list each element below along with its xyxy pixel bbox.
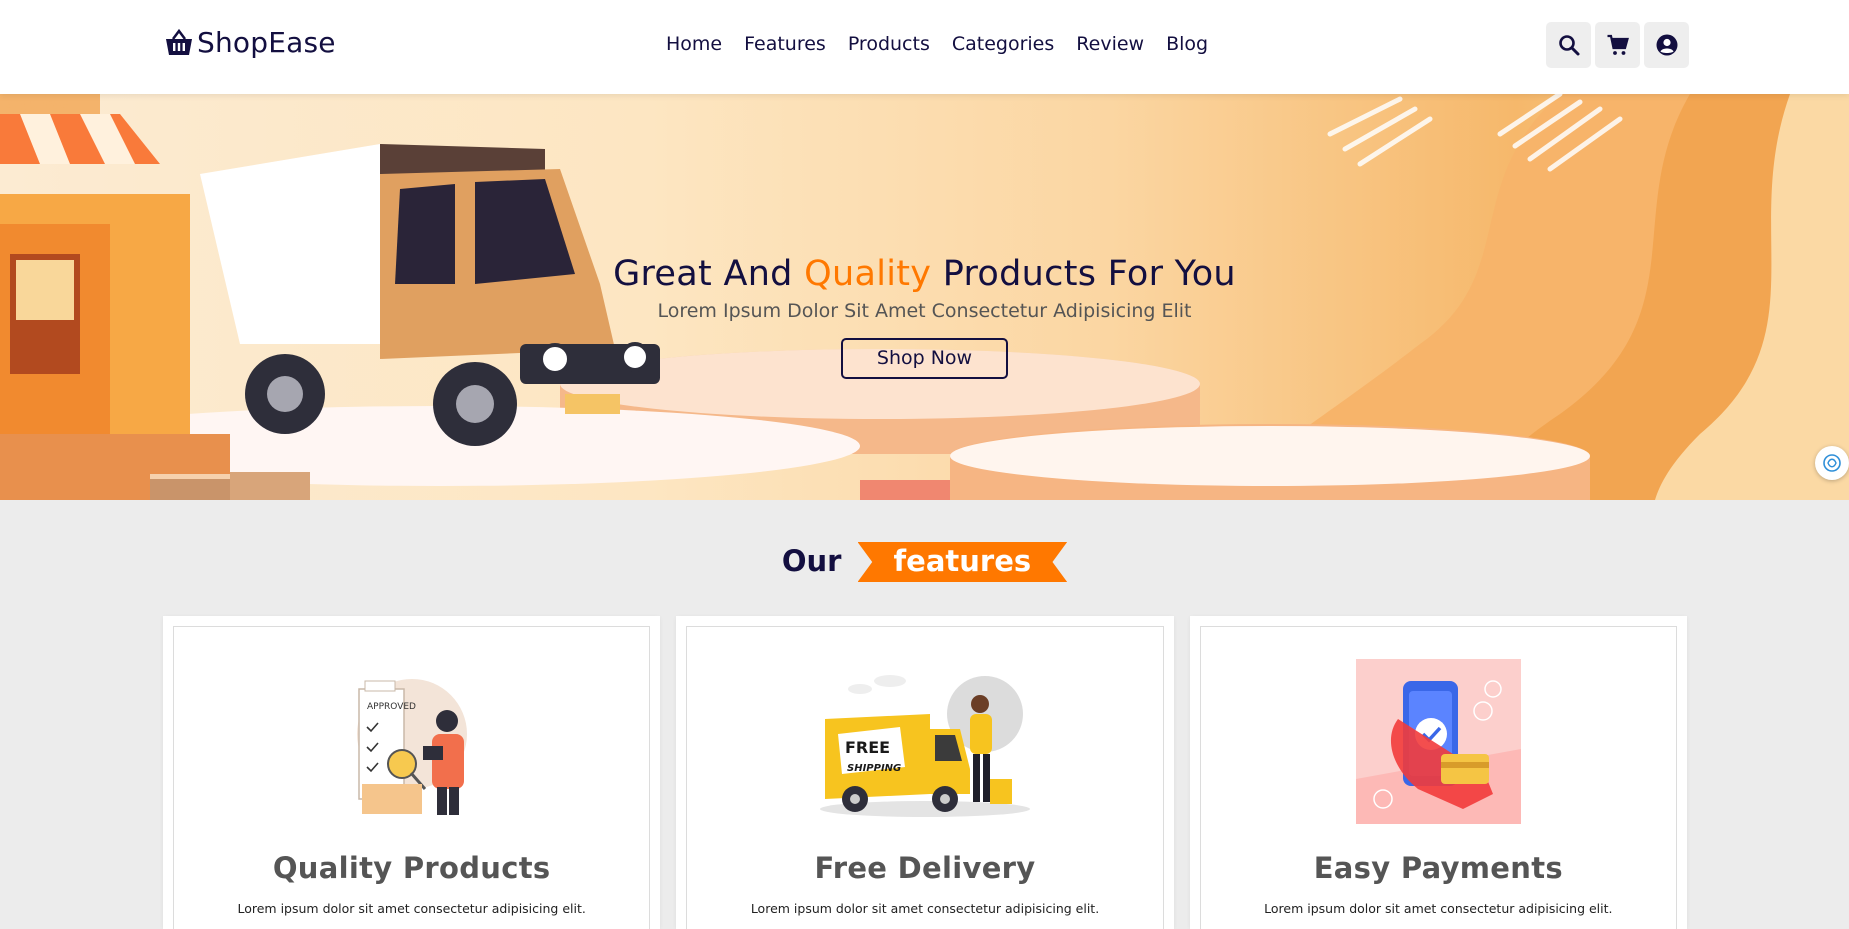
features-grid: APPROVED Quality Products Lorem ipsum do…	[163, 616, 1687, 929]
feature-card-delivery: FREE SHIPPING Free Delivery Lorem ipsum …	[676, 616, 1174, 929]
feature-card-inner: Easy Payments Lorem ipsum dolor sit amet…	[1199, 626, 1677, 929]
easy-payments-illustration	[1356, 659, 1522, 824]
site-header: ShopEase Home Features Products Categori…	[0, 0, 1849, 94]
shipping-label: SHIPPING	[847, 763, 901, 774]
feature-card-text: Lorem ipsum dolor sit amet consectetur a…	[750, 901, 1100, 916]
feature-card-title: Quality Products	[272, 851, 551, 885]
hero-title-accent: Quality	[804, 254, 932, 294]
hero-title-after: Products For You	[931, 254, 1236, 294]
free-label: FREE	[845, 738, 890, 757]
nav-link-review[interactable]: Review	[1076, 33, 1144, 55]
feature-card-quality: APPROVED Quality Products Lorem ipsum do…	[163, 616, 661, 929]
feature-card-title: Easy Payments	[1313, 851, 1563, 885]
approved-label: APPROVED	[367, 702, 416, 712]
hero-banner: STORE Great And Quality Products For You…	[0, 94, 1849, 500]
feature-card-payments: Easy Payments Lorem ipsum dolor sit amet…	[1189, 616, 1687, 929]
nav-link-home[interactable]: Home	[666, 33, 722, 55]
hero-title-before: Great And	[613, 254, 805, 294]
features-heading-tag: features	[857, 542, 1068, 582]
nav-link-features[interactable]: Features	[744, 33, 826, 55]
search-button[interactable]	[1546, 22, 1591, 68]
features-heading-plain: Our	[781, 544, 842, 578]
free-delivery-illustration: FREE SHIPPING	[819, 675, 1030, 817]
logo-text: ShopEase	[197, 26, 336, 59]
user-icon	[1656, 34, 1677, 56]
logo-link[interactable]: ShopEase	[163, 26, 336, 59]
shop-now-button[interactable]: Shop Now	[841, 338, 1008, 379]
cart-icon	[1607, 34, 1629, 55]
hero-title: Great And Quality Products For You	[0, 254, 1849, 294]
header-icons	[1546, 22, 1689, 68]
feature-card-inner: FREE SHIPPING Free Delivery Lorem ipsum …	[686, 626, 1164, 929]
feature-card-inner: APPROVED Quality Products Lorem ipsum do…	[173, 626, 651, 929]
hero-content: Great And Quality Products For You Lorem…	[0, 254, 1849, 379]
quality-approved-illustration: APPROVED	[356, 679, 467, 815]
nav-link-blog[interactable]: Blog	[1166, 33, 1208, 55]
sparkle-icon	[1823, 454, 1841, 472]
feature-card-text: Lorem ipsum dolor sit amet consectetur a…	[237, 901, 586, 916]
feature-card-title: Free Delivery	[814, 851, 1036, 885]
nav-link-categories[interactable]: Categories	[952, 33, 1054, 55]
hero-subtitle: Lorem Ipsum Dolor Sit Amet Consectetur A…	[657, 300, 1192, 322]
account-button[interactable]	[1644, 22, 1689, 68]
search-icon	[1558, 35, 1579, 56]
nav-link-products[interactable]: Products	[848, 33, 930, 55]
feature-card-text: Lorem ipsum dolor sit amet consectetur a…	[1264, 901, 1613, 916]
cart-button[interactable]	[1595, 22, 1640, 68]
features-heading: Our features	[0, 542, 1849, 582]
basket-icon	[166, 28, 192, 55]
main-nav: Home Features Products Categories Review…	[666, 33, 1208, 55]
floating-widget-button[interactable]	[1815, 446, 1849, 480]
